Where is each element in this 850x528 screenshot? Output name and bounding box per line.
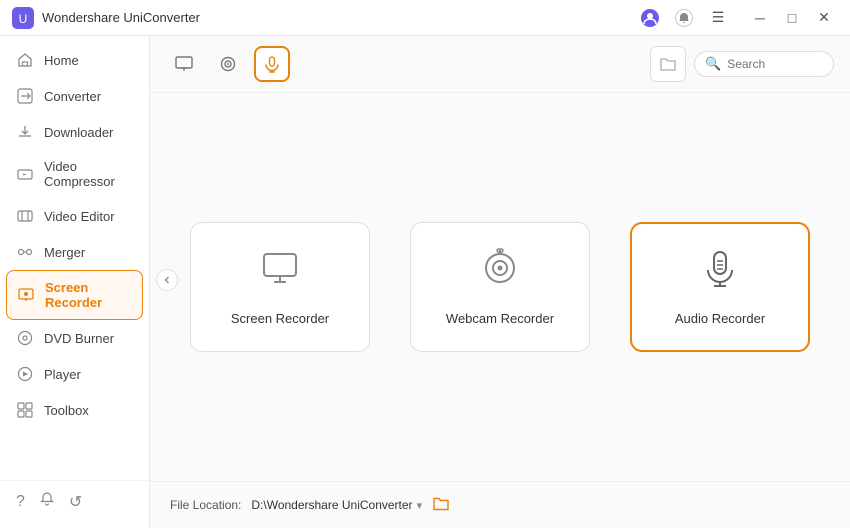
webcam-recorder-card-label: Webcam Recorder: [446, 311, 554, 326]
menu-button[interactable]: ☰: [704, 4, 732, 32]
sidebar-label-screen-recorder: Screen Recorder: [45, 280, 132, 310]
audio-recorder-card-label: Audio Recorder: [675, 311, 765, 326]
sidebar-item-home[interactable]: Home: [0, 42, 149, 78]
sidebar-item-video-compressor[interactable]: Video Compressor: [0, 150, 149, 198]
video-compressor-icon: [16, 165, 34, 183]
open-folder-icon[interactable]: [432, 494, 450, 516]
refresh-icon[interactable]: ↺: [69, 492, 82, 512]
sidebar-label-player: Player: [44, 367, 81, 382]
player-icon: [16, 365, 34, 383]
window-controls: ─ □ ✕: [746, 4, 838, 32]
user-button[interactable]: [636, 4, 664, 32]
sidebar-bottom: ? ↺: [0, 480, 149, 522]
help-icon[interactable]: ?: [16, 493, 25, 511]
sidebar-item-toolbox[interactable]: Toolbox: [0, 392, 149, 428]
search-box: 🔍: [694, 51, 834, 77]
sidebar-item-video-editor[interactable]: Video Editor: [0, 198, 149, 234]
sidebar-item-dvd-burner[interactable]: DVD Burner: [0, 320, 149, 356]
sidebar-item-converter[interactable]: Converter: [0, 78, 149, 114]
maximize-button[interactable]: □: [778, 4, 806, 32]
content-topbar: 🔍: [150, 36, 850, 93]
open-folder-button[interactable]: [650, 46, 686, 82]
sidebar-label-merger: Merger: [44, 245, 85, 260]
video-editor-icon: [16, 207, 34, 225]
downloader-icon: [16, 123, 34, 141]
notification-button[interactable]: [670, 4, 698, 32]
sidebar-label-downloader: Downloader: [44, 125, 113, 140]
sidebar-item-screen-recorder[interactable]: Screen Recorder: [6, 270, 143, 320]
converter-icon: [16, 87, 34, 105]
file-location-path: D:\Wondershare UniConverter: [251, 498, 412, 512]
sidebar-collapse-button[interactable]: [156, 269, 178, 291]
merger-icon: [16, 243, 34, 261]
close-button[interactable]: ✕: [810, 4, 838, 32]
audio-recorder-card[interactable]: Audio Recorder: [630, 222, 810, 352]
screen-recorder-card-icon: [260, 248, 300, 297]
dropdown-icon: ▾: [417, 499, 423, 512]
dvd-burner-icon: [16, 329, 34, 347]
sidebar-label-video-editor: Video Editor: [44, 209, 115, 224]
sidebar-label-converter: Converter: [44, 89, 101, 104]
main-layout: Home Converter Downloader: [0, 36, 850, 528]
home-icon: [16, 51, 34, 69]
file-location-label: File Location:: [170, 498, 241, 512]
sidebar-item-player[interactable]: Player: [0, 356, 149, 392]
sidebar-item-merger[interactable]: Merger: [0, 234, 149, 270]
sidebar-item-downloader[interactable]: Downloader: [0, 114, 149, 150]
app-logo: U: [12, 7, 34, 29]
sidebar-label-home: Home: [44, 53, 79, 68]
sidebar-label-dvd-burner: DVD Burner: [44, 331, 114, 346]
svg-text:U: U: [19, 12, 28, 26]
toolbox-icon: [16, 401, 34, 419]
search-input[interactable]: [727, 57, 827, 71]
search-icon: 🔍: [705, 56, 721, 72]
tab-webcam[interactable]: [210, 46, 246, 82]
webcam-recorder-card[interactable]: Webcam Recorder: [410, 222, 590, 352]
bell-icon[interactable]: [39, 491, 55, 512]
screen-recorder-card[interactable]: Screen Recorder: [190, 222, 370, 352]
title-bar-controls: ☰ ─ □ ✕: [636, 4, 838, 32]
content-area: 🔍 Screen Recorder: [150, 36, 850, 528]
sidebar-label-toolbox: Toolbox: [44, 403, 89, 418]
sidebar-label-video-compressor: Video Compressor: [44, 159, 133, 189]
tab-audio[interactable]: [254, 46, 290, 82]
app-title: Wondershare UniConverter: [42, 10, 636, 25]
screen-recorder-icon: [17, 286, 35, 304]
audio-recorder-card-icon: [700, 248, 740, 297]
file-location-select[interactable]: D:\Wondershare UniConverter ▾: [251, 498, 422, 512]
webcam-recorder-card-icon: [480, 248, 520, 297]
content-footer: File Location: D:\Wondershare UniConvert…: [150, 481, 850, 528]
sidebar: Home Converter Downloader: [0, 36, 150, 528]
screen-recorder-card-label: Screen Recorder: [231, 311, 329, 326]
title-bar: U Wondershare UniConverter ☰ ─ □ ✕: [0, 0, 850, 36]
recorder-section: Screen Recorder Webcam Recorder: [150, 93, 850, 481]
tab-screen[interactable]: [166, 46, 202, 82]
minimize-button[interactable]: ─: [746, 4, 774, 32]
